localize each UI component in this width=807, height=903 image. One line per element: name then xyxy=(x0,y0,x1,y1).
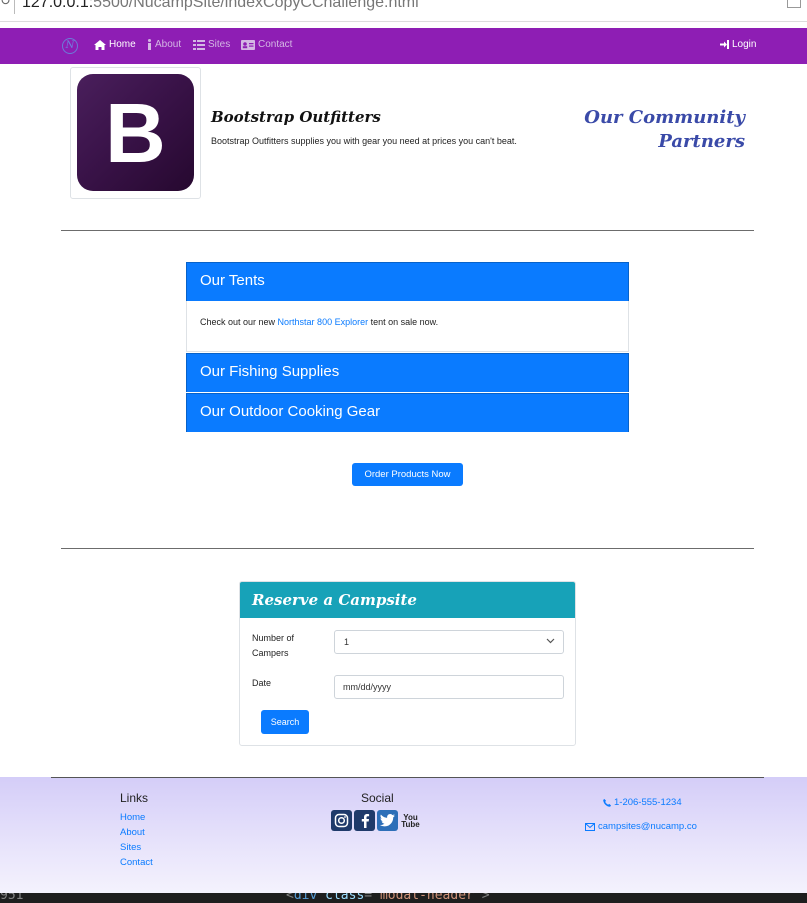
phone-number: 1-206-555-1234 xyxy=(614,797,682,808)
youtube-icon[interactable]: You Tube xyxy=(400,810,421,831)
code-attr: class xyxy=(325,893,365,903)
nav-home-label: Home xyxy=(109,39,136,50)
facebook-icon[interactable] xyxy=(354,810,375,831)
site-footer: Links Home About Sites Contact Social Yo… xyxy=(0,777,807,893)
address-card-icon xyxy=(241,39,255,50)
reload-icon[interactable]: ↻ xyxy=(0,0,11,9)
line-number: 951 xyxy=(0,893,24,903)
sign-in-icon xyxy=(720,40,729,49)
order-products-button[interactable]: Order Products Now xyxy=(352,463,463,486)
browser-address-bar: ↻ 127.0.0.1:5500/NucampSite/indexCopyCCh… xyxy=(0,0,807,22)
url-host: 127.0.0.1: xyxy=(22,0,94,11)
footer-link-home[interactable]: Home xyxy=(120,812,145,823)
code-editor-strip: 951 <div class="modal-header"> xyxy=(0,893,807,903)
nav-contact[interactable]: Contact xyxy=(241,39,292,50)
social-icons: You Tube xyxy=(331,810,421,831)
url-path: 5500/NucampSite/indexCopyCChallenge.html xyxy=(93,0,419,11)
tents-body-prefix: Check out our new xyxy=(200,317,278,327)
login-button[interactable]: Login xyxy=(720,39,756,50)
phone-icon xyxy=(603,798,611,807)
list-icon xyxy=(193,39,205,50)
nav-sites[interactable]: Sites xyxy=(193,39,230,50)
envelope-icon xyxy=(585,822,595,831)
divider xyxy=(61,230,754,231)
campers-label: Number of Campers xyxy=(252,633,295,658)
community-partners-link[interactable]: Our Community Partners xyxy=(545,106,745,154)
campers-select-value: 1 xyxy=(344,637,350,647)
footer-link-about[interactable]: About xyxy=(120,827,145,838)
nav-home[interactable]: Home xyxy=(94,39,136,50)
login-label: Login xyxy=(732,39,757,50)
bootstrap-logo: B xyxy=(70,67,201,199)
footer-email[interactable]: campsites@nucamp.co xyxy=(585,821,697,832)
logo-letter: B xyxy=(105,86,166,180)
twitter-icon[interactable] xyxy=(377,810,398,831)
products-accordion: Our Tents Check out our new Northstar 80… xyxy=(186,262,629,432)
search-button[interactable]: Search xyxy=(261,710,309,734)
accordion-header-fishing[interactable]: Our Fishing Supplies xyxy=(186,353,629,392)
instagram-icon[interactable] xyxy=(331,810,352,831)
footer-link-sites[interactable]: Sites xyxy=(120,842,141,853)
code-tag: div xyxy=(293,893,318,903)
main-navbar: N Home About Sites Contact Login xyxy=(0,28,807,64)
accordion-header-tents[interactable]: Our Tents xyxy=(186,262,629,301)
date-input[interactable]: mm/dd/yyyy xyxy=(334,675,564,699)
footer-social-title: Social xyxy=(361,791,394,805)
email-address: campsites@nucamp.co xyxy=(598,821,697,832)
brand-tagline: Bootstrap Outfitters supplies you with g… xyxy=(211,136,517,146)
bootstrap-logo-image: B xyxy=(77,74,194,191)
info-icon xyxy=(148,39,151,50)
code-value: modal-header xyxy=(379,893,474,903)
nav-about[interactable]: About xyxy=(147,39,181,50)
divider xyxy=(61,548,754,549)
reserve-card-title: Reserve a Campsite xyxy=(240,582,575,618)
date-label: Date xyxy=(252,678,272,688)
nav-contact-label: Contact xyxy=(258,39,293,50)
reader-view-icon[interactable] xyxy=(787,0,801,8)
chevron-down-icon xyxy=(546,638,555,644)
footer-phone[interactable]: 1-206-555-1234 xyxy=(603,797,682,808)
accordion-body-tents: Check out our new Northstar 800 Explorer… xyxy=(186,301,629,352)
home-icon xyxy=(94,39,106,50)
brand-title: Bootstrap Outfitters xyxy=(211,108,381,126)
tents-body-suffix: tent on sale now. xyxy=(368,317,439,327)
url-field[interactable]: 127.0.0.1:5500/NucampSite/indexCopyCChal… xyxy=(22,0,419,12)
youtube-text: You Tube xyxy=(401,812,420,829)
nucamp-logo-icon[interactable]: N xyxy=(62,38,78,54)
footer-link-contact[interactable]: Contact xyxy=(120,857,153,868)
accordion-header-cooking[interactable]: Our Outdoor Cooking Gear xyxy=(186,393,629,432)
nav-sites-label: Sites xyxy=(208,39,231,50)
footer-links-title: Links xyxy=(120,791,149,805)
footer-divider xyxy=(51,777,764,778)
code-line: <div class="modal-header"> xyxy=(286,893,490,903)
campers-select[interactable]: 1 xyxy=(334,630,564,654)
nav-about-label: About xyxy=(155,39,182,50)
address-separator xyxy=(14,0,15,14)
reserve-campsite-card: Reserve a Campsite Number of Campers 1 D… xyxy=(239,581,576,746)
northstar-link[interactable]: Northstar 800 Explorer xyxy=(278,317,369,327)
